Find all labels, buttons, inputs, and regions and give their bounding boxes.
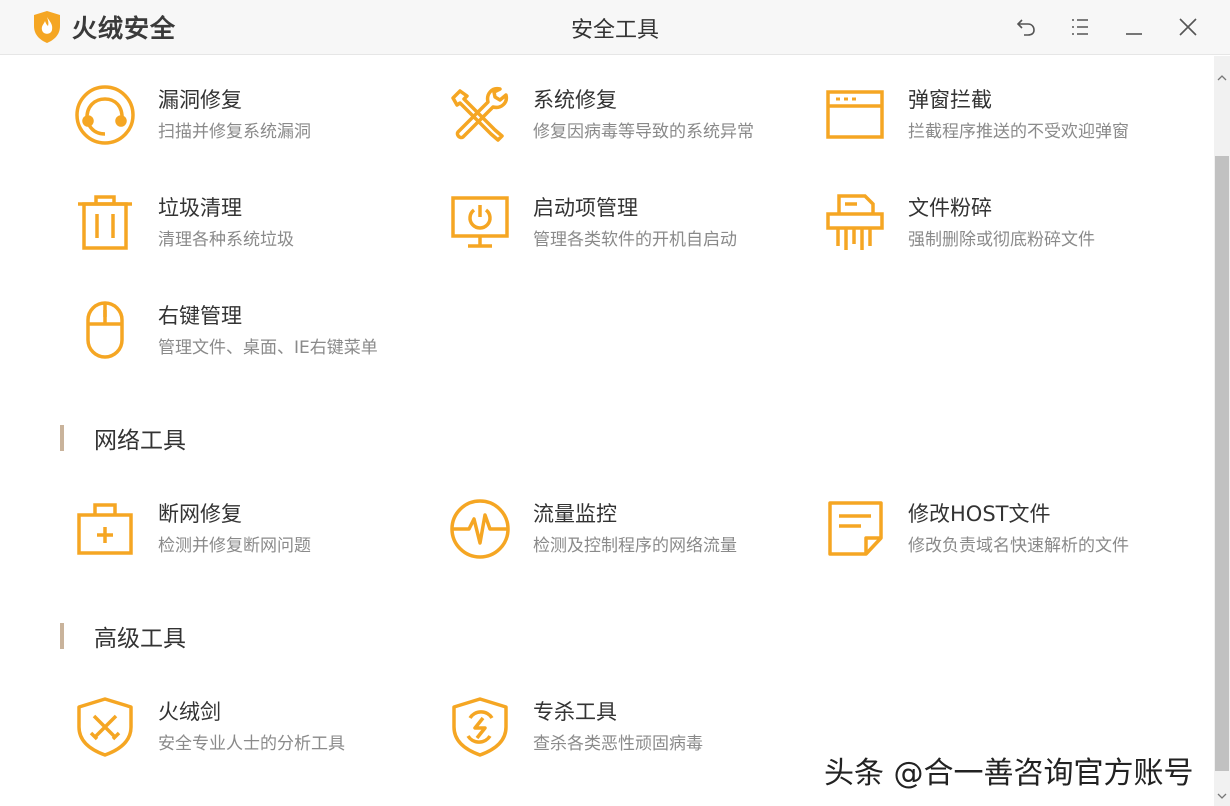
tool-name: 火绒剑 <box>158 700 221 724</box>
tool-system-repair[interactable]: 系统修复 修复因病毒等导致的系统异常 <box>450 84 810 154</box>
tool-edit-host-file[interactable]: 修改HOST文件 修改负责域名快速解析的文件 <box>825 498 1185 568</box>
tool-popup-block[interactable]: 弹窗拦截 拦截程序推送的不受欢迎弹窗 <box>825 84 1185 154</box>
vertical-scrollbar[interactable] <box>1214 56 1230 806</box>
tool-name: 漏洞修复 <box>158 88 242 112</box>
window-title: 安全工具 <box>570 18 659 43</box>
scroll-up-arrow-icon[interactable] <box>1214 70 1230 86</box>
section-title: 高级工具 <box>94 626 186 652</box>
tool-name: 文件粉碎 <box>908 196 992 220</box>
section-advanced-tools: 高级工具 <box>60 622 186 652</box>
tool-name: 专杀工具 <box>533 700 617 724</box>
tool-startup-manage[interactable]: 启动项管理 管理各类软件的开机自启动 <box>450 192 810 262</box>
tool-name: 弹窗拦截 <box>908 88 992 112</box>
section-title: 网络工具 <box>94 428 186 454</box>
wrench-screwdriver-icon <box>451 86 509 142</box>
tool-special-kill[interactable]: 专杀工具 查杀各类恶性顽固病毒 <box>450 696 810 766</box>
tool-description: 检测及控制程序的网络流量 <box>533 536 737 556</box>
vulnerability-repair-icon <box>75 85 135 145</box>
tool-name: 垃圾清理 <box>158 196 242 220</box>
huorong-flame-shield-icon <box>34 11 60 43</box>
tool-description: 拦截程序推送的不受欢迎弹窗 <box>908 122 1129 142</box>
first-aid-kit-icon <box>77 503 133 555</box>
tool-description: 管理各类软件的开机自启动 <box>533 230 737 250</box>
app-name: 火绒安全 <box>72 14 177 43</box>
tool-name: 右键管理 <box>158 304 242 328</box>
menu-list-icon <box>1072 19 1088 35</box>
tool-name: 断网修复 <box>158 502 242 526</box>
minimize-button[interactable] <box>1119 12 1149 42</box>
tool-description: 清理各种系统垃圾 <box>158 230 294 250</box>
close-button[interactable] <box>1173 12 1203 42</box>
tool-network-repair[interactable]: 断网修复 检测并修复断网问题 <box>75 498 435 568</box>
back-arrow-icon <box>1016 19 1035 36</box>
crossed-swords-shield-icon <box>77 697 133 757</box>
tool-description: 修改负责域名快速解析的文件 <box>908 536 1129 556</box>
section-bar <box>60 623 64 649</box>
tool-description: 管理文件、桌面、IE右键菜单 <box>158 338 378 358</box>
app-window: 火绒安全 安全工具 漏洞修复 扫描并修复系统漏洞 系统修复 修复因病毒等导致的系… <box>0 0 1230 806</box>
tool-file-shred[interactable]: 文件粉碎 强制删除或彻底粉碎文件 <box>825 192 1185 262</box>
section-network-tools: 网络工具 <box>60 424 186 454</box>
lightning-shield-icon <box>452 697 508 757</box>
tool-name: 启动项管理 <box>533 196 638 220</box>
section-bar <box>60 425 64 451</box>
tool-description: 修复因病毒等导致的系统异常 <box>533 122 754 142</box>
pulse-monitor-icon <box>450 499 510 559</box>
scroll-down-arrow-icon[interactable] <box>1214 788 1230 804</box>
app-logo: 火绒安全 <box>32 9 176 45</box>
tool-description: 检测并修复断网问题 <box>158 536 311 556</box>
menu-button[interactable] <box>1065 12 1095 42</box>
minimize-icon <box>1126 33 1142 35</box>
tool-vulnerability-repair[interactable]: 漏洞修复 扫描并修复系统漏洞 <box>75 84 435 154</box>
tool-huorong-sword[interactable]: 火绒剑 安全专业人士的分析工具 <box>75 696 435 766</box>
tool-junk-clean[interactable]: 垃圾清理 清理各种系统垃圾 <box>75 192 435 262</box>
tool-description: 查杀各类恶性顽固病毒 <box>533 734 703 754</box>
tool-description: 安全专业人士的分析工具 <box>158 734 345 754</box>
tool-description: 扫描并修复系统漏洞 <box>158 122 311 142</box>
tool-context-menu-manage[interactable]: 右键管理 管理文件、桌面、IE右键菜单 <box>75 300 435 370</box>
shredder-icon <box>826 194 884 250</box>
close-icon <box>1179 18 1197 36</box>
watermark-text: 头条 @合一善咨询官方账号 <box>824 756 1194 791</box>
scrollbar-thumb[interactable] <box>1215 156 1229 771</box>
title-bar: 火绒安全 安全工具 <box>0 0 1230 55</box>
back-button[interactable] <box>1011 12 1041 42</box>
tool-description: 强制删除或彻底粉碎文件 <box>908 230 1095 250</box>
tool-name: 修改HOST文件 <box>908 502 1051 526</box>
tool-name: 系统修复 <box>533 88 617 112</box>
monitor-power-icon <box>451 196 509 248</box>
note-file-icon <box>828 501 883 556</box>
tool-traffic-monitor[interactable]: 流量监控 检测及控制程序的网络流量 <box>450 498 810 568</box>
tool-name: 流量监控 <box>533 502 617 526</box>
trash-can-icon <box>78 195 132 250</box>
mouse-icon <box>86 301 124 359</box>
popup-window-icon <box>826 90 884 139</box>
